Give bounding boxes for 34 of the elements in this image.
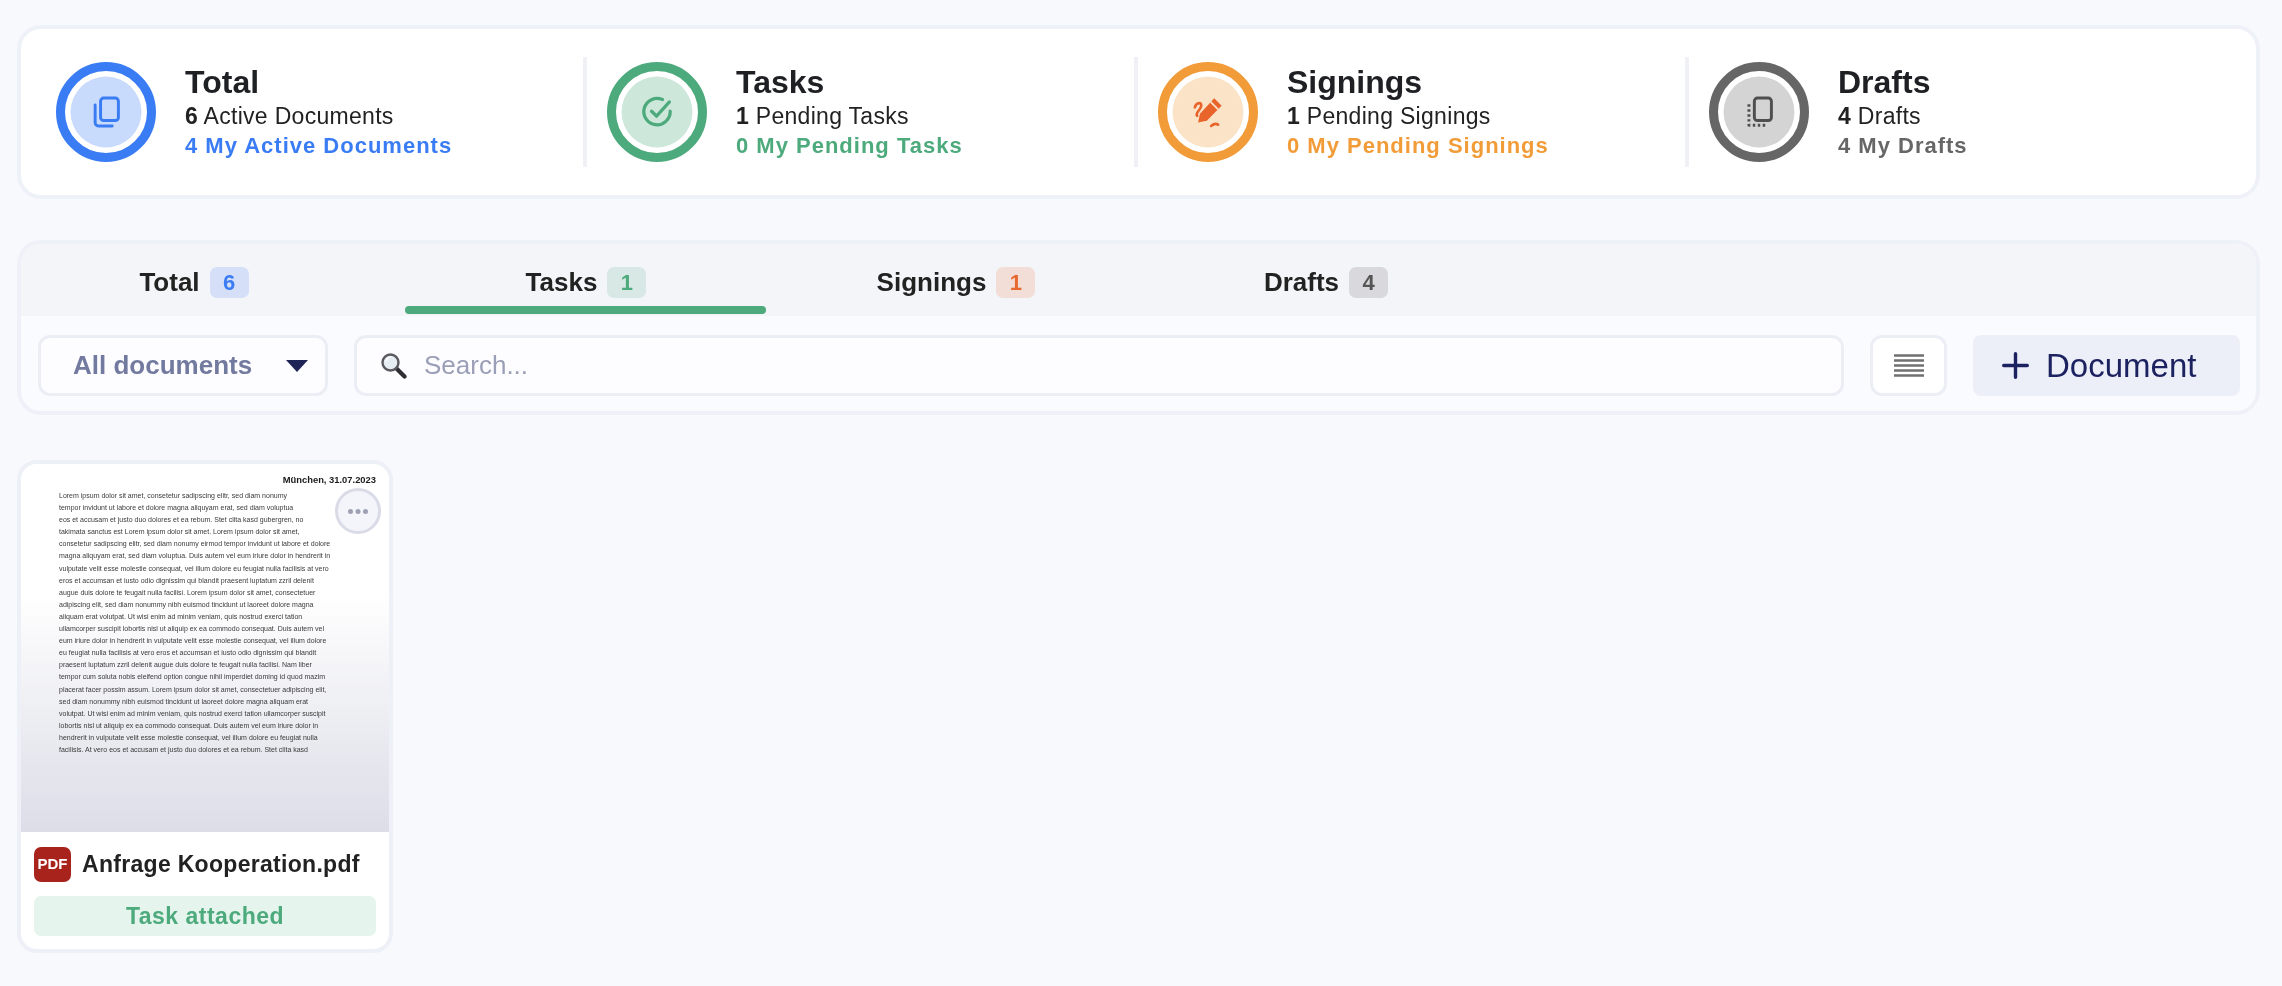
tab[interactable]: Tasks 1 xyxy=(401,244,771,316)
list-view-button[interactable] xyxy=(1870,335,1947,396)
stat-title: Total xyxy=(185,63,261,101)
tab-count-badge: 1 xyxy=(996,266,1036,298)
stat-mine-text: 4 My Active Documents xyxy=(185,132,453,160)
search-field[interactable]: Search... xyxy=(354,335,1844,396)
stat-title: Tasks xyxy=(736,63,826,101)
stat-count-text: 6 Active Documents xyxy=(185,102,395,131)
caret-down-icon xyxy=(286,359,308,372)
file-name: Anfrage Kooperation.pdf xyxy=(82,850,360,880)
stat-mine-text: 0 My Pending Signings xyxy=(1287,132,1549,160)
document-filter-dropdown[interactable]: All documents xyxy=(38,335,328,396)
tab[interactable]: Total 6 xyxy=(31,244,401,316)
ellipsis-icon xyxy=(348,508,368,514)
stat-count-text: 1 Pending Tasks xyxy=(736,102,910,131)
stat-count-text: 1 Pending Signings xyxy=(1287,102,1492,131)
document-date: München, 31.07.2023 xyxy=(281,474,376,485)
stat-count-text: 4 Drafts xyxy=(1838,102,1922,131)
list-icon xyxy=(1893,354,1924,377)
stat-mine-text: 4 My Drafts xyxy=(1838,132,1968,160)
file-type-tag: PDF xyxy=(34,847,71,882)
search-icon xyxy=(380,352,407,379)
tab[interactable]: Signings 1 xyxy=(771,244,1141,316)
document-card[interactable] xyxy=(17,460,393,953)
stat-title: Drafts xyxy=(1838,63,1932,101)
tab[interactable]: Drafts 4 xyxy=(1141,244,1511,316)
stat-title: Signings xyxy=(1287,63,1424,101)
stat-mine-text: 0 My Pending Tasks xyxy=(736,132,963,160)
new-document-button[interactable]: Document xyxy=(1973,335,2240,396)
status-tag: Task attached xyxy=(34,896,376,936)
tab-count-badge: 1 xyxy=(607,266,647,298)
tab-count-badge: 6 xyxy=(209,266,249,298)
plus-icon xyxy=(2002,352,2029,379)
tab-count-badge: 4 xyxy=(1349,266,1389,298)
